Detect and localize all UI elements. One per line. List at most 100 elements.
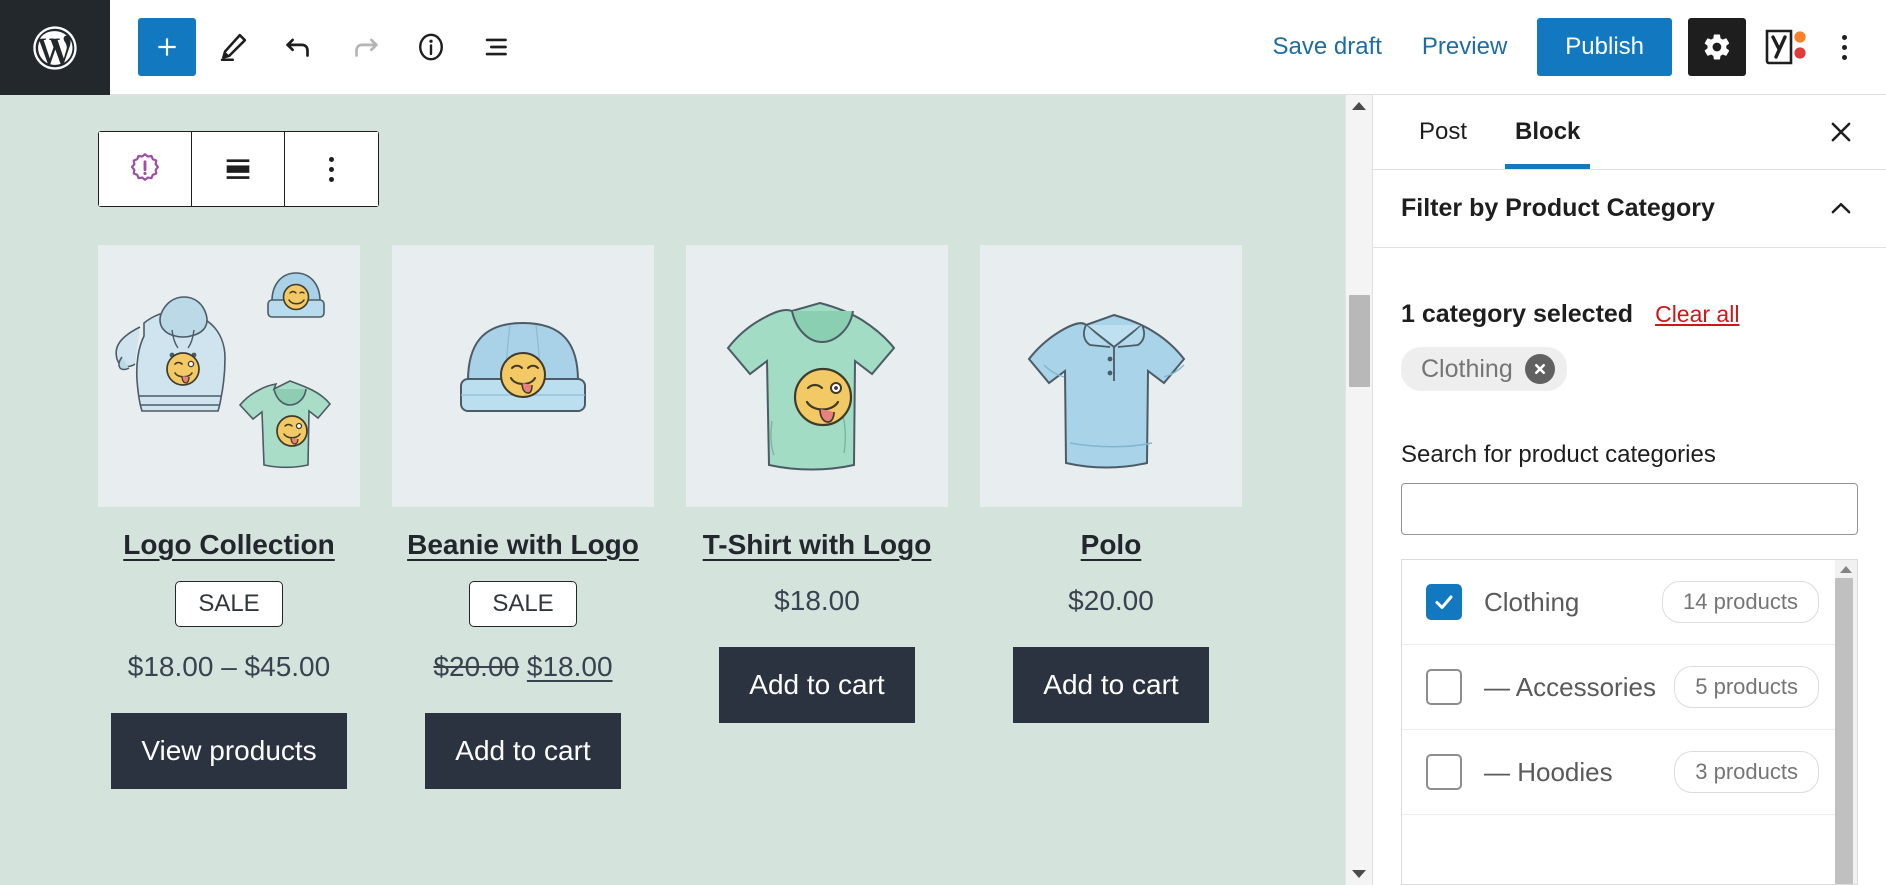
product-price: $20.00	[980, 585, 1242, 617]
add-block-button[interactable]	[138, 18, 196, 76]
editor-scrollbar[interactable]	[1345, 95, 1372, 885]
yoast-seo-button[interactable]	[1758, 19, 1814, 75]
add-to-cart-button[interactable]: Add to cart	[425, 713, 621, 790]
list-view-button[interactable]	[468, 18, 526, 76]
save-draft-button[interactable]: Save draft	[1253, 21, 1402, 73]
category-list: Clothing 14 products — Accessories 5 pro…	[1401, 559, 1858, 885]
price-value: $18.00 – $45.00	[127, 651, 331, 683]
close-sidebar-button[interactable]	[1810, 95, 1872, 169]
add-to-cart-button[interactable]: Add to cart	[719, 647, 915, 724]
align-button[interactable]	[192, 132, 285, 206]
product-image-logo-collection[interactable]	[98, 245, 360, 507]
yoast-seo-icon	[1765, 29, 1806, 65]
redo-button[interactable]	[336, 18, 394, 76]
product-title[interactable]: T-Shirt with Logo	[686, 529, 948, 561]
filter-panel-body: 1 category selected Clear all Clothing S…	[1373, 248, 1886, 885]
product-image-polo[interactable]	[980, 245, 1242, 507]
chip-remove-x-icon[interactable]	[1524, 354, 1555, 384]
product-card: Polo $20.00 Add to cart	[980, 245, 1242, 789]
vertical-dots-icon	[329, 156, 334, 182]
checkmark-icon	[1435, 595, 1453, 609]
sidebar-tabs: Post Block	[1373, 95, 1886, 170]
category-name: Clothing	[1484, 586, 1580, 617]
product-title[interactable]: Logo Collection	[98, 529, 360, 561]
preview-button[interactable]: Preview	[1402, 21, 1527, 73]
category-row-hoodies[interactable]: — Hoodies 3 products	[1402, 730, 1835, 815]
selection-summary: 1 category selected Clear all	[1401, 300, 1858, 329]
editor-app: Save draft Preview Publish Logo Collecti…	[0, 0, 1886, 885]
filter-panel-header[interactable]: Filter by Product Category	[1373, 170, 1886, 248]
product-grid: Logo Collection SALE $18.00 – $45.00 Vie…	[98, 245, 1345, 790]
scroll-down-arrow-icon[interactable]	[1346, 863, 1373, 885]
more-options-button[interactable]	[1820, 18, 1868, 76]
selected-chips: Clothing	[1401, 347, 1858, 391]
editor-body: Logo Collection SALE $18.00 – $45.00 Vie…	[0, 95, 1886, 885]
search-label: Search for product categories	[1401, 441, 1716, 468]
list-view-icon	[485, 38, 507, 56]
add-to-cart-button[interactable]: Add to cart	[1013, 647, 1209, 724]
tab-block[interactable]: Block	[1491, 95, 1604, 169]
clear-all-button[interactable]: Clear all	[1655, 301, 1739, 328]
product-card: Beanie with Logo SALE $20.00 $18.00 Add …	[392, 245, 654, 790]
info-circle-icon	[419, 33, 443, 61]
editor-canvas-area: Logo Collection SALE $18.00 – $45.00 Vie…	[0, 95, 1372, 885]
category-row-clothing[interactable]: Clothing 14 products	[1402, 560, 1835, 645]
checkbox-clothing[interactable]	[1426, 584, 1462, 620]
product-image-beanie[interactable]	[392, 245, 654, 507]
category-scroll-up-arrow-icon[interactable]	[1835, 560, 1857, 578]
editor-top-bar: Save draft Preview Publish	[0, 0, 1886, 95]
details-button[interactable]	[402, 18, 460, 76]
category-scrollbar-thumb[interactable]	[1834, 578, 1853, 884]
category-name: — Hoodies	[1484, 756, 1613, 787]
sale-badge: SALE	[469, 581, 577, 628]
search-input[interactable]	[1401, 483, 1858, 535]
product-price: $20.00 $18.00	[392, 651, 654, 683]
plus-icon	[158, 38, 176, 56]
block-toolbar	[98, 131, 379, 207]
product-title[interactable]: Polo	[980, 529, 1242, 561]
scrollbar-thumb[interactable]	[1348, 295, 1370, 387]
redo-arrow-icon	[355, 38, 378, 57]
category-product-count: 14 products	[1662, 581, 1819, 623]
vertical-dots-icon	[1841, 34, 1847, 60]
undo-button[interactable]	[270, 18, 328, 76]
product-card: Logo Collection SALE $18.00 – $45.00 Vie…	[98, 245, 360, 790]
price-original: $20.00	[433, 651, 520, 683]
scroll-up-arrow-icon[interactable]	[1346, 95, 1373, 117]
product-title[interactable]: Beanie with Logo	[392, 529, 654, 561]
publish-button[interactable]: Publish	[1537, 18, 1672, 76]
view-products-button[interactable]: View products	[111, 713, 347, 790]
checkbox-accessories[interactable]	[1426, 669, 1462, 705]
block-options-button[interactable]	[285, 132, 378, 206]
wordpress-logo-button[interactable]	[0, 0, 110, 95]
category-product-count: 5 products	[1674, 666, 1819, 708]
gear-icon	[1704, 34, 1730, 60]
product-price: $18.00 – $45.00	[98, 651, 360, 683]
product-card: T-Shirt with Logo $18.00 Add to cart	[686, 245, 948, 789]
product-image-tshirt[interactable]	[686, 245, 948, 507]
category-name: — Accessories	[1484, 671, 1656, 702]
pencil-icon	[220, 33, 247, 62]
chevron-up-icon	[1831, 202, 1851, 213]
close-x-icon	[1831, 122, 1851, 142]
sale-badge: SALE	[175, 581, 283, 628]
tab-post[interactable]: Post	[1395, 95, 1491, 169]
editor-canvas[interactable]: Logo Collection SALE $18.00 – $45.00 Vie…	[0, 95, 1345, 885]
align-wide-icon	[226, 159, 250, 179]
category-row-accessories[interactable]: — Accessories 5 products	[1402, 645, 1835, 730]
block-type-button[interactable]	[99, 132, 192, 206]
selected-count-label: 1 category selected	[1401, 300, 1634, 328]
wordpress-logo-icon	[21, 14, 89, 82]
category-list-scrollbar[interactable]	[1833, 560, 1858, 884]
chip-clothing[interactable]: Clothing	[1401, 347, 1567, 391]
undo-arrow-icon	[286, 38, 309, 57]
tools-button[interactable]	[204, 18, 262, 76]
panel-title: Filter by Product Category	[1401, 194, 1715, 222]
category-product-count: 3 products	[1674, 751, 1819, 793]
category-scrollbar-track[interactable]	[1833, 578, 1858, 884]
topbar-actions: Save draft Preview Publish	[1253, 0, 1886, 94]
checkbox-hoodies[interactable]	[1426, 754, 1462, 790]
scrollbar-track[interactable]	[1346, 117, 1373, 863]
settings-button[interactable]	[1688, 18, 1746, 76]
settings-sidebar: Post Block Filter by Product Category 1 …	[1372, 95, 1886, 885]
